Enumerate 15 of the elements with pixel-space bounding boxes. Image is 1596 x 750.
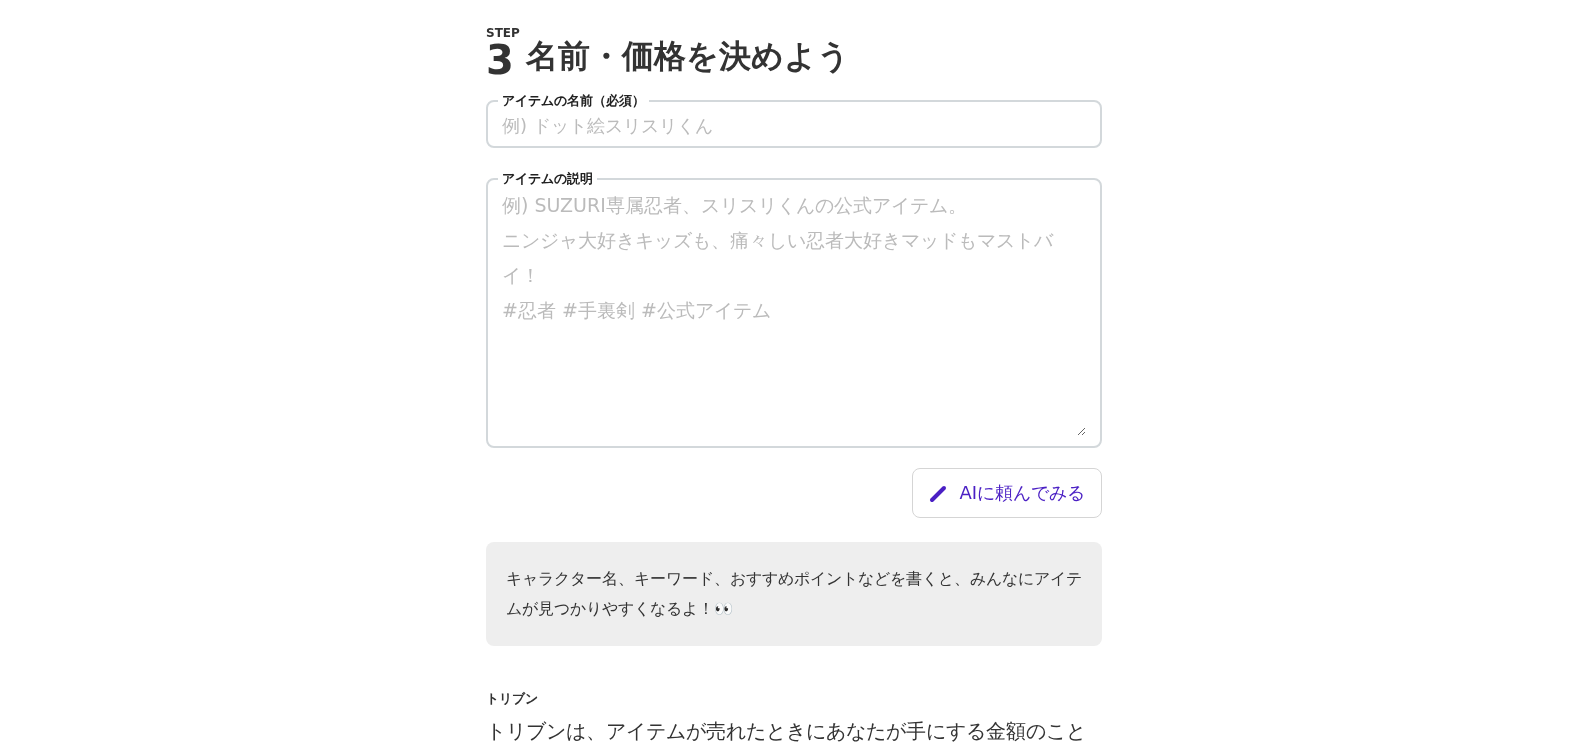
hint-message: キャラクター名、キーワード、おすすめポイントなどを書くと、みんなにアイテムが見つかりやすくなるよ！👀 — [486, 542, 1102, 646]
description-field[interactable]: アイテムの説明 例) SUZURI専属忍者、スリスリくんの公式アイテム。 ニンジャ大好きキッズも、痛々しい忍者大好きマッドもマストバイ！ #忍者 #手裏剣 #公式アイテム — [486, 170, 1102, 448]
name-field[interactable]: アイテムの名前（必須） 例) ドット絵スリスリくん — [486, 92, 1102, 148]
name-input[interactable]: 例) ドット絵スリスリくん — [502, 110, 1086, 140]
section-label: トリブン — [486, 690, 539, 708]
ai-button[interactable]: AIに頼んでみる — [912, 468, 1102, 518]
field-label: アイテムの説明 — [501, 170, 594, 188]
field-label: アイテムの名前（必須） — [501, 92, 646, 110]
placeholder-text: #忍者 #手裏剣 #公式アイテム — [502, 298, 772, 323]
step-label: STEP — [486, 26, 520, 40]
placeholder-text: ニンジャ大好きキッズも、痛々しい忍者大好きマッドもマストバイ！ — [502, 228, 1055, 288]
step-number: 3 — [486, 40, 514, 80]
description-text: トリブンは、アイテムが売れたときにあなたが手にする金額のこと — [486, 718, 1087, 745]
placeholder-text: 例) SUZURI専属忍者、スリスリくんの公式アイテム。 — [502, 193, 968, 218]
section-title: 名前・価格を決めよう — [525, 36, 850, 76]
